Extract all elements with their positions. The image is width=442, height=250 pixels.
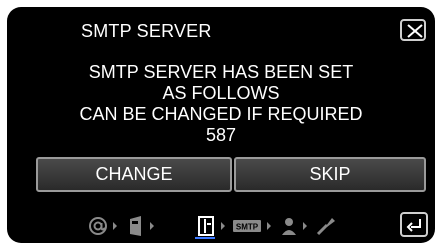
screen-title: SMTP SERVER [81, 21, 212, 41]
step-arrow [267, 222, 271, 230]
setup-steps: SMTP [87, 215, 377, 239]
close-icon [407, 24, 423, 38]
step-arrow [113, 222, 117, 230]
step-arrow [303, 222, 307, 230]
camera-screen: SMTP SERVER SMTP SERVER HAS BEEN SET AS … [7, 7, 435, 243]
smtp-label: SMTP [236, 223, 259, 232]
skip-button[interactable]: SKIP [234, 157, 426, 192]
person-icon [282, 218, 296, 235]
step-arrow [221, 222, 225, 230]
change-button[interactable]: CHANGE [36, 157, 232, 192]
back-button[interactable] [400, 212, 428, 237]
phone-icon [130, 216, 141, 236]
close-button[interactable] [400, 19, 426, 41]
return-arrow-icon [406, 219, 421, 232]
port-number: 587 [205, 125, 237, 145]
wrench-icon [316, 218, 335, 236]
book-icon [198, 216, 214, 236]
active-step-indicator [195, 237, 215, 239]
message-line-2: AS FOLLOWS [162, 83, 280, 103]
smtp-icon: SMTP [233, 220, 261, 232]
at-sign-icon [89, 217, 107, 235]
message-line-1: SMTP SERVER HAS BEEN SET [88, 62, 354, 82]
message-line-3: CAN BE CHANGED IF REQUIRED [79, 104, 363, 124]
message-text: SMTP SERVER HAS BEEN SET AS FOLLOWS CAN … [7, 62, 435, 146]
step-arrow [150, 222, 154, 230]
